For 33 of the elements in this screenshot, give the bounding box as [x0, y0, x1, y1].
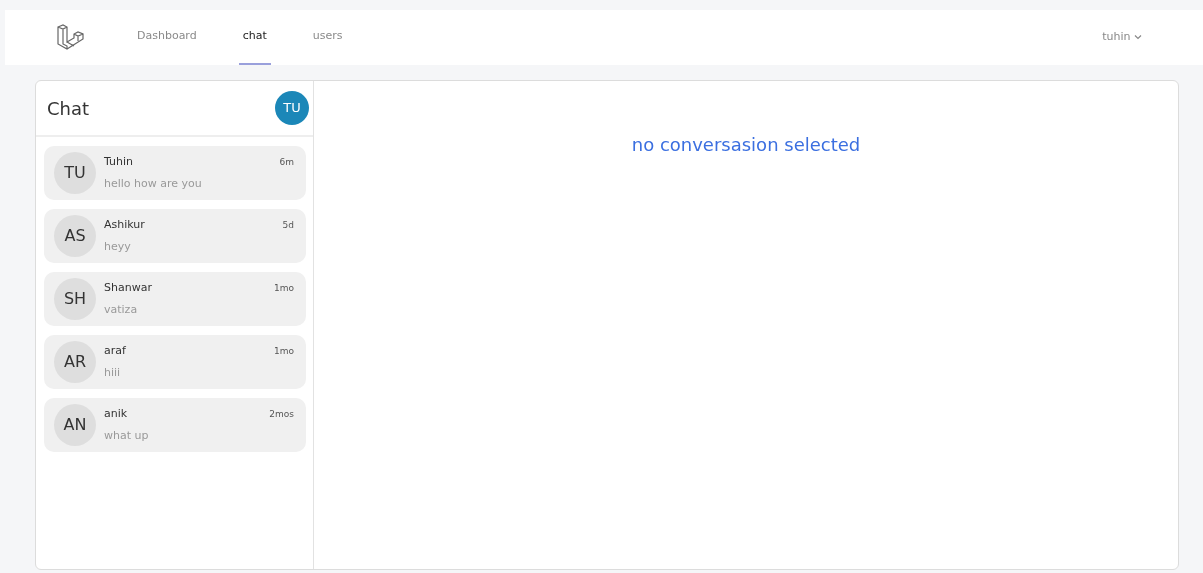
contact-avatar: AN: [54, 404, 96, 446]
contact-name: Shanwar: [104, 279, 153, 296]
contact-name: Ashikur: [104, 216, 146, 233]
user-menu[interactable]: tuhin: [1096, 28, 1148, 47]
sidebar-title: Chat: [47, 96, 90, 121]
nav-link[interactable]: Dashboard: [133, 10, 201, 65]
conversation-item[interactable]: AS Ashikur heyy 5d: [44, 209, 306, 263]
conversation-item[interactable]: SH Shanwar vatiza 1mo: [44, 272, 306, 326]
nav-link[interactable]: users: [308, 10, 347, 65]
contact-avatar: AR: [54, 341, 96, 383]
message-time: 2mos: [269, 408, 294, 421]
conversation-item[interactable]: AR araf hiii 1mo: [44, 335, 306, 389]
last-message: vatiza: [104, 302, 139, 318]
last-message: hiii: [104, 365, 122, 381]
last-message: what up: [104, 428, 150, 444]
last-message: hello how are you: [104, 176, 203, 192]
contact-name: anik: [104, 405, 129, 422]
conversation-item[interactable]: TU Tuhin hello how are you 6m: [44, 146, 306, 200]
contact-name: araf: [104, 342, 127, 359]
contact-avatar: SH: [54, 278, 96, 320]
message-time: 5d: [282, 219, 294, 232]
nav-link[interactable]: chat: [238, 10, 271, 65]
message-time: 6m: [279, 156, 294, 169]
message-time: 1mo: [274, 345, 294, 358]
empty-state-message: no conversasion selected: [631, 134, 861, 155]
message-time: 1mo: [274, 282, 294, 295]
user-avatar: TU: [275, 91, 309, 125]
conversation-item[interactable]: AN anik what up 2mos: [44, 398, 306, 452]
last-message: heyy: [104, 239, 132, 255]
caret-icon: [1134, 34, 1142, 41]
contact-name: Tuhin: [104, 153, 135, 170]
contact-avatar: TU: [54, 152, 96, 194]
contact-avatar: AS: [54, 215, 96, 257]
